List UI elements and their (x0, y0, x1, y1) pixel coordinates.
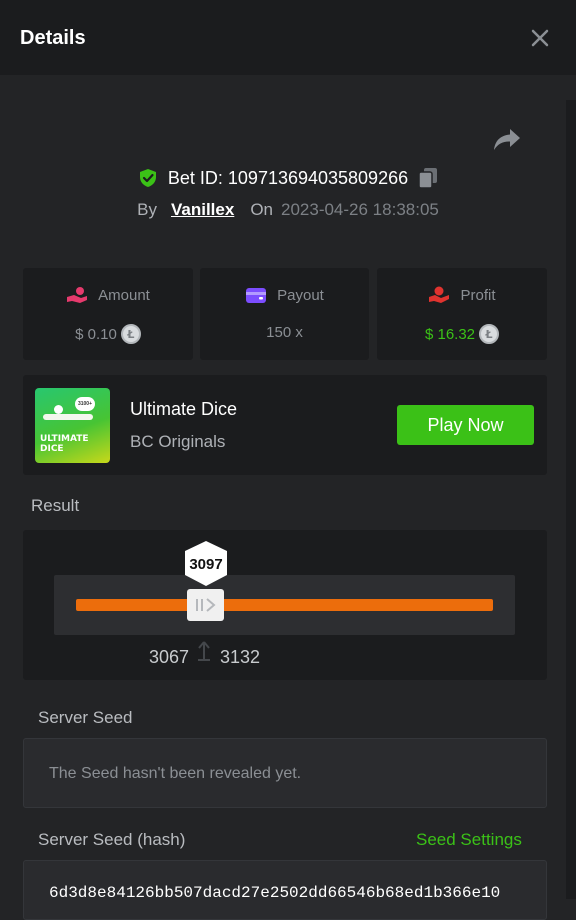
payout-card: Payout 150 x (200, 268, 369, 360)
game-name: Ultimate Dice (130, 399, 238, 419)
server-seed-hash-field[interactable]: 6d3d8e84126bb507dacd27e2502dd66546b68ed1… (23, 860, 547, 920)
play-now-button[interactable]: Play Now (397, 405, 534, 445)
server-seed-hash-label: Server Seed (hash) (38, 830, 186, 849)
thumbnail-dice-marker (54, 405, 63, 414)
copy-icon[interactable] (418, 167, 438, 189)
profit-value: $ 16.32 (424, 325, 476, 343)
thumbnail-title: ULTIMATE DICE (40, 434, 89, 454)
coins-hand-icon (67, 287, 88, 303)
wallet-icon (246, 288, 267, 303)
server-seed-field: The Seed hasn't been revealed yet. (23, 738, 547, 808)
bet-datetime: 2023-04-26 18:38:05 (281, 200, 439, 219)
slider-handle[interactable] (187, 589, 224, 621)
payout-value: 150 x (266, 324, 303, 341)
range-high: 3132 (220, 647, 261, 667)
game-provider: BC Originals (130, 432, 226, 451)
server-seed-label: Server Seed (38, 708, 133, 727)
user-link[interactable]: Vanillex (171, 200, 234, 220)
share-icon[interactable] (493, 127, 521, 153)
by-label: By (137, 200, 157, 219)
result-label: Result (31, 496, 80, 515)
payout-label: Payout (277, 286, 324, 304)
range-low: 3067 (149, 647, 190, 667)
on-label: On (250, 200, 273, 219)
profit-card: Profit $ 16.32 Ł (377, 268, 547, 360)
result-track (76, 599, 493, 611)
thumbnail-badge: 3100+ (75, 397, 95, 411)
server-seed-hash-value: 6d3d8e84126bb507dacd27e2502dd66546b68ed1… (49, 884, 501, 902)
close-icon[interactable] (528, 26, 552, 50)
game-card: 3100+ ULTIMATE DICE Ultimate Dice BC Ori… (23, 375, 547, 475)
litecoin-icon: Ł (479, 324, 500, 344)
seed-settings-link[interactable]: Seed Settings (416, 830, 522, 850)
game-thumbnail[interactable]: 3100+ ULTIMATE DICE (35, 388, 110, 463)
details-header: Details (0, 0, 576, 75)
litecoin-icon: Ł (120, 324, 141, 344)
page-title: Details (20, 27, 86, 49)
bet-id-row: Bet ID: 109713694035809266 (0, 166, 576, 190)
server-seed-value: The Seed hasn't been revealed yet. (49, 765, 302, 782)
result-panel: 3097 3067 3132 (23, 530, 547, 680)
bet-author-row: By Vanillex On 2023-04-26 18:38:05 (0, 199, 576, 221)
amount-value: $ 0.10 (75, 325, 117, 343)
hand-money-icon (429, 286, 450, 303)
bet-id: Bet ID: 109713694035809266 (167, 167, 409, 188)
amount-card: Amount $ 0.10 Ł (23, 268, 193, 360)
arrow-up-icon (198, 641, 210, 661)
drag-handle-icon (195, 598, 216, 612)
shield-check-icon (139, 169, 156, 187)
roll-marker-icon (185, 541, 227, 586)
profit-label: Profit (460, 286, 496, 304)
amount-label: Amount (98, 286, 150, 304)
thumbnail-slider-bar (43, 414, 93, 420)
